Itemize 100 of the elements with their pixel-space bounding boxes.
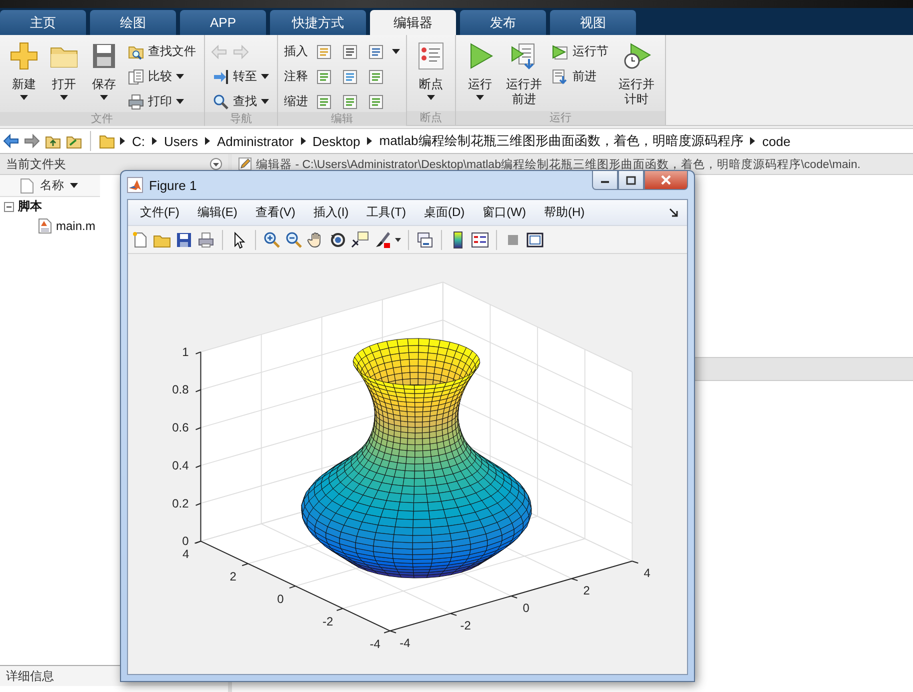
tick-label: 1 <box>182 344 189 359</box>
new-file-icon[interactable] <box>131 230 149 248</box>
caret-right-icon <box>750 137 756 145</box>
rotate-icon[interactable] <box>329 230 347 248</box>
legend-icon[interactable] <box>471 230 489 248</box>
ribbon-button[interactable]: 运行 <box>462 39 498 102</box>
editor-title: 编辑器 - C:\Users\Administrator\Desktop\matlab编程绘制花瓶三维图形曲面函数，着色，明暗度源码程序\code\main. <box>256 157 860 172</box>
tick-label: 0.2 <box>172 496 189 510</box>
tick-label: 0.4 <box>172 458 189 472</box>
tree-group-label[interactable]: 脚本 <box>18 198 42 215</box>
collapse-icon[interactable] <box>4 202 14 212</box>
caret-down-icon <box>100 95 108 100</box>
brush-icon[interactable] <box>373 230 391 248</box>
ribbon-button[interactable]: 新建 <box>6 39 42 102</box>
caret-down-icon <box>427 95 435 100</box>
ribbon-button[interactable]: 打开 <box>46 39 82 102</box>
ribbon-tab[interactable]: 编辑器 <box>370 10 456 35</box>
details-label[interactable]: 详细信息 <box>6 668 54 684</box>
printer-icon[interactable] <box>197 230 215 248</box>
ribbon-button[interactable]: 打印 <box>126 91 198 112</box>
file-item[interactable]: main.m <box>56 218 96 232</box>
caret-down-icon <box>261 99 269 104</box>
ribbon-button[interactable]: 运行节 <box>550 41 610 62</box>
ribbon-tab[interactable]: 快捷方式 <box>270 10 366 35</box>
ribbon-tab[interactable]: 视图 <box>550 10 636 35</box>
menu-item[interactable]: 编辑(E) <box>189 202 246 223</box>
documents-icon <box>128 68 144 84</box>
group-title: 文件 <box>0 112 204 126</box>
tick-label: 0 <box>522 600 530 615</box>
ribbon-tab[interactable]: 发布 <box>460 10 546 35</box>
path-segment[interactable]: matlab编程绘制花瓶三维图形曲面函数，着色，明暗度源码程序 <box>377 132 746 150</box>
caret-down-icon <box>60 95 68 100</box>
menu-item[interactable]: 帮助(H) <box>536 202 593 223</box>
folder-search-icon <box>128 44 144 60</box>
menu-item[interactable]: 查看(V) <box>247 202 304 223</box>
document-down-arrow-icon <box>552 68 568 84</box>
caret-right-icon <box>300 137 306 145</box>
tick-label: 0.8 <box>172 382 189 397</box>
breakpoints-icon <box>416 41 446 71</box>
menu-item[interactable]: 工具(T) <box>358 202 414 223</box>
caret-down-icon[interactable] <box>395 238 401 242</box>
ribbon-button[interactable]: 运行并计时 <box>614 39 659 109</box>
path-segment[interactable]: Users <box>162 134 200 148</box>
linked-plot-icon[interactable] <box>416 230 434 248</box>
close-button[interactable] <box>644 171 688 190</box>
group-title: 导航 <box>205 112 277 126</box>
tick-label: 2 <box>230 570 236 584</box>
plus-icon <box>9 41 39 71</box>
ribbon-button[interactable]: 查找文件 <box>126 41 198 62</box>
zoom-out-icon[interactable] <box>285 230 303 248</box>
frame-icon[interactable] <box>526 230 544 248</box>
path-segment[interactable]: Administrator <box>214 134 296 148</box>
caret-down-icon <box>392 49 400 54</box>
menu-item[interactable]: 插入(I) <box>305 202 357 223</box>
maximize-icon <box>626 176 636 184</box>
play-section-icon <box>552 44 568 60</box>
ribbon-tab[interactable]: APP <box>180 10 266 35</box>
caret-down-icon <box>261 74 269 79</box>
play-timer-icon <box>622 41 652 71</box>
caret-right-icon <box>204 137 210 145</box>
zoom-in-icon[interactable] <box>263 230 281 248</box>
tool-row-label: 缩进 <box>284 93 308 110</box>
menu-item[interactable]: 窗口(W) <box>474 202 534 223</box>
logo-icon <box>127 177 143 193</box>
caret-down-icon <box>70 183 78 188</box>
dock-arrow-icon[interactable] <box>669 208 679 218</box>
caret-down-icon <box>476 95 484 100</box>
maximize-button[interactable] <box>618 171 644 190</box>
path-segment[interactable]: C: <box>130 134 147 148</box>
ribbon-tab[interactable]: 主页 <box>0 10 86 35</box>
ribbon-button[interactable]: 保存 <box>86 39 122 102</box>
tick-label: 0 <box>182 534 189 548</box>
tick-label: 2 <box>583 584 590 598</box>
ribbon-button[interactable]: 前进 <box>550 66 610 87</box>
tool-row-label: 插入 <box>284 43 308 60</box>
ribbon-button[interactable]: 比较 <box>126 66 198 87</box>
ribbon-button[interactable]: 转至 <box>211 66 271 87</box>
ribbon-button[interactable]: 运行并前进 <box>502 39 546 109</box>
data-cursor-icon[interactable] <box>351 230 369 248</box>
close-icon <box>660 175 672 185</box>
go-to-arrow-icon <box>213 68 229 84</box>
column-header[interactable]: 名称 <box>0 175 100 197</box>
tick-label: 0 <box>277 592 284 606</box>
caret-right-icon <box>367 137 372 145</box>
pencil-icon <box>238 157 252 171</box>
group-title: 断点 <box>407 111 455 125</box>
menu-item[interactable]: 桌面(D) <box>416 202 473 223</box>
dropdown-circle-icon[interactable] <box>210 158 222 170</box>
back-arrow-icon[interactable] <box>3 133 19 149</box>
folder-icon <box>99 133 115 149</box>
minimize-button[interactable] <box>592 171 618 190</box>
path-segment[interactable]: code <box>760 134 792 148</box>
ribbon-button[interactable]: 查找 <box>211 91 271 112</box>
forward-arrow-icon[interactable] <box>24 133 40 149</box>
path-segment[interactable]: Desktop <box>310 134 362 148</box>
tool-row-label: 注释 <box>284 68 308 85</box>
menu-item[interactable]: 文件(F) <box>132 202 188 223</box>
ribbon-button[interactable]: 断点 <box>413 39 449 102</box>
tick-label: 4 <box>644 566 650 580</box>
ribbon-tab[interactable]: 绘图 <box>90 10 176 35</box>
